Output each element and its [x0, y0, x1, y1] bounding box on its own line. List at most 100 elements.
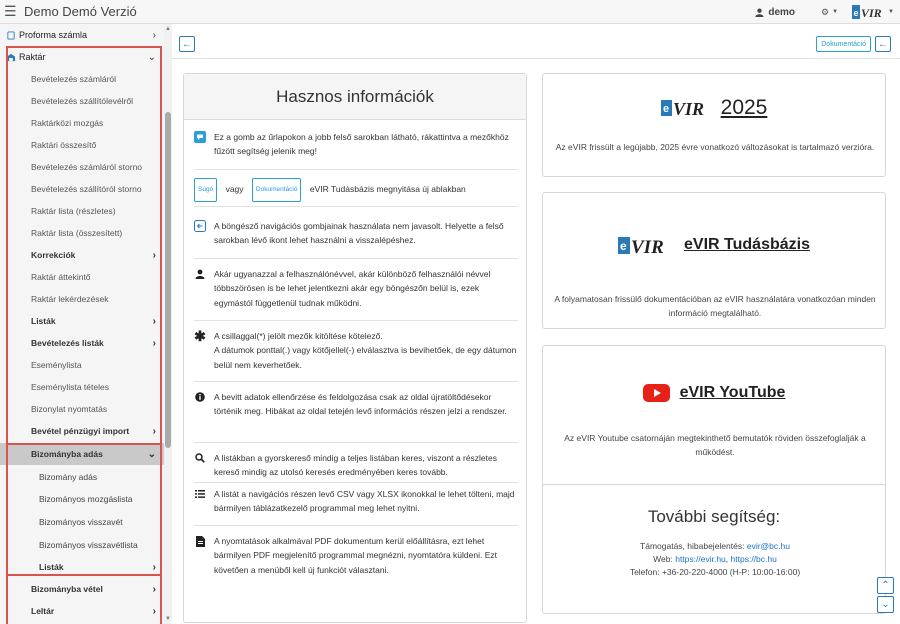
sidebar-item-label: Bevételezés számláról — [31, 74, 117, 84]
evir-logo-menu[interactable]: e VIR ▼ — [852, 4, 894, 20]
sidebar-item-bizomany-listak[interactable]: Listák › — [0, 556, 164, 578]
svg-text:e: e — [663, 103, 669, 115]
arrow-left-icon: ← — [878, 38, 888, 50]
gear-icon: ⚙ — [821, 6, 830, 17]
card-tudasbazis-title[interactable]: eVIR Tudásbázis — [684, 236, 810, 254]
scroll-top-button[interactable]: ⌃ — [877, 577, 894, 594]
sidebar-item-raktar-lista-reszletes[interactable]: Raktár lista (részletes) — [0, 200, 164, 222]
info-item-validation: A bevitt adatok ellenőrzése és feldolgoz… — [194, 390, 518, 419]
sidebar-item-label: Bevételezés szállítólevélről — [31, 96, 134, 106]
divider — [194, 320, 518, 321]
info-item-navigation: A böngésző navigációs gombjainak használ… — [194, 219, 518, 248]
sidebar-item-raktar[interactable]: Raktár ⌄ — [0, 46, 164, 68]
sidebar-item-bizonylat-nyomtatas[interactable]: Bizonylat nyomtatás — [0, 398, 164, 420]
chevron-right-icon: › — [152, 561, 156, 573]
help-web-link-evir[interactable]: https://evir.hu — [675, 554, 726, 564]
sidebar-item-label: Raktár — [19, 52, 46, 62]
divider — [194, 206, 518, 207]
sidebar-item-bevetelezes-szamlarol[interactable]: Bevételezés számláról — [0, 68, 164, 90]
svg-text:e: e — [620, 239, 627, 253]
divider — [194, 482, 518, 483]
scroll-down-icon[interactable]: ▼ — [165, 616, 171, 622]
card-youtube-text: Az eVIR Youtube csatornáján megtekinthet… — [564, 433, 866, 457]
chevron-right-icon: › — [152, 315, 156, 327]
user-menu[interactable]: demo — [755, 7, 795, 18]
chevron-down-icon: ⌄ — [881, 599, 890, 610]
sidebar-scrollbar[interactable]: ▲ ▼ — [164, 24, 172, 624]
evir-logo-icon: e VIR — [660, 99, 704, 119]
sidebar-item-bizomanyos-visszavetlista[interactable]: Bizományos visszavétlista — [0, 534, 164, 556]
help-support-email-link[interactable]: evir@bc.hu — [747, 541, 790, 551]
card-tudasbazis: e VIR eVIR Tudásbázis A folyamatosan fri… — [542, 192, 886, 329]
sidebar-item-esemenylista[interactable]: Eseménylista — [0, 354, 164, 376]
chevron-right-icon: › — [152, 249, 156, 261]
sidebar-item-label: Raktári összesítő — [31, 140, 97, 150]
sidebar-item-label: Korrekciók — [31, 250, 76, 260]
pdf-file-icon — [194, 535, 206, 547]
sidebar-item-bizomanyos-mozgaslista[interactable]: Bizományos mozgáslista — [0, 488, 164, 510]
scroll-thumb[interactable] — [165, 112, 171, 448]
card-tudasbazis-text: A folyamatosan frissülő dokumentációban … — [554, 294, 876, 318]
chevron-up-icon: ⌃ — [881, 580, 890, 591]
card-title[interactable]: e VIR eVIR Tudásbázis — [543, 231, 885, 259]
sidebar-item-leltar[interactable]: Leltár › — [0, 600, 164, 622]
scroll-bottom-button[interactable]: ⌄ — [877, 596, 894, 613]
back-button-right[interactable]: ← — [875, 36, 891, 52]
sidebar-item-label: Bizományos mozgáslista — [39, 494, 133, 504]
sidebar-item-bevetelezes-szamlarol-storno[interactable]: Bevételezés számláról storno — [0, 156, 164, 178]
main-header: ← Dokumentáció ← — [172, 24, 900, 59]
sidebar-item-label: Bevételezés listák — [31, 338, 104, 348]
info-panel: Hasznos információk Ez a gomb az űrlapok… — [183, 73, 527, 623]
sidebar-item-raktar-lekerdezesek[interactable]: Raktár lekérdezések — [0, 288, 164, 310]
sidebar-item-raktar-lista-osszesitett[interactable]: Raktár lista (összesített) — [0, 222, 164, 244]
chevron-right-icon: › — [152, 425, 156, 437]
info-text: A dátumok ponttal(.) vagy kötőjellel(-) … — [214, 345, 517, 370]
card-title[interactable]: e VIR 2025 — [543, 94, 885, 122]
sidebar-item-korrekciok[interactable]: Korrekciók › — [0, 244, 164, 266]
sidebar-item-bizomany-adas[interactable]: Bizomány adás — [0, 466, 164, 488]
info-item-export: A listát a navigációs részen levő CSV va… — [194, 487, 518, 516]
svg-text:VIR: VIR — [673, 99, 704, 119]
scroll-up-icon[interactable]: ▲ — [165, 26, 171, 32]
sugo-button[interactable]: Súgó — [194, 178, 218, 202]
sidebar-item-bizomanyba-vetel[interactable]: Bizományba vétel › — [0, 578, 164, 600]
sidebar-item-bevetelezes-listak[interactable]: Bevételezés listák › — [0, 332, 164, 354]
sidebar-item-bevetel-penzugyi-import[interactable]: Bevétel pénzügyi import › — [0, 420, 164, 442]
sidebar-item-listak[interactable]: Listák › — [0, 310, 164, 332]
sidebar-item-esemenylista-teteles[interactable]: Eseménylista tételes — [0, 376, 164, 398]
sidebar-item-label: Bizományba adás — [31, 449, 103, 459]
settings-menu[interactable]: ⚙ ▼ — [821, 7, 838, 18]
sidebar-item-label: Raktár lista (összesített) — [31, 228, 123, 238]
arrow-left-icon — [194, 220, 206, 232]
card-youtube-title[interactable]: eVIR YouTube — [680, 384, 786, 402]
svg-text:VIR: VIR — [631, 237, 664, 258]
sidebar-item-label: Bizományba vétel — [31, 584, 103, 594]
card-2025-text: Az eVIR frissült a legújabb, 2025 évre v… — [555, 142, 875, 152]
documentation-mini-button[interactable]: Dokumentáció — [251, 178, 302, 202]
divider — [194, 258, 518, 259]
sidebar-item-label: Raktár lista (részletes) — [31, 206, 116, 216]
sidebar-item-label: Proforma számla — [19, 30, 88, 40]
main-content: ← Dokumentáció ← Hasznos információk Ez … — [172, 24, 900, 624]
info-title: Hasznos információk — [184, 74, 526, 120]
sidebar-item-bizomanyos-visszavet[interactable]: Bizományos visszavét — [0, 511, 164, 533]
card-2025-title[interactable]: 2025 — [721, 96, 768, 120]
info-text: A nyomtatások alkalmával PDF dokumentum … — [214, 536, 497, 575]
help-web-link-bc[interactable]: https://bc.hu — [731, 554, 777, 564]
sidebar-item-label: Listák — [31, 316, 56, 326]
menu-icon[interactable]: ☰ — [4, 3, 18, 20]
info-item-help-button: Ez a gomb az űrlapokon a jobb felső saro… — [194, 130, 518, 159]
sidebar-item-raktari-osszesito[interactable]: Raktári összesítő — [0, 134, 164, 156]
sidebar-item-raktarkozi-mozgas[interactable]: Raktárközi mozgás — [0, 112, 164, 134]
sidebar-item-raktar-attekinto[interactable]: Raktár áttekintő — [0, 266, 164, 288]
sidebar-item-bevetelezes-szallitorol-storno[interactable]: Bevételezés szállítóról storno — [0, 178, 164, 200]
sidebar-item-proforma[interactable]: Proforma számla › — [0, 24, 164, 46]
sidebar-item-bizomanyba-adas[interactable]: Bizományba adás ⌄ — [0, 443, 164, 465]
documentation-button[interactable]: Dokumentáció — [816, 36, 871, 52]
back-button[interactable]: ← — [179, 36, 195, 52]
sidebar-item-label: Raktárközi mozgás — [31, 118, 104, 128]
sidebar-item-bevetelezes-szallitolevelrol[interactable]: Bevételezés szállítólevélről — [0, 90, 164, 112]
info-text: eVIR Tudásbázis megnyitása új ablakban — [309, 184, 466, 195]
card-title[interactable]: eVIR YouTube — [543, 379, 885, 407]
chevron-right-icon: › — [152, 29, 156, 41]
